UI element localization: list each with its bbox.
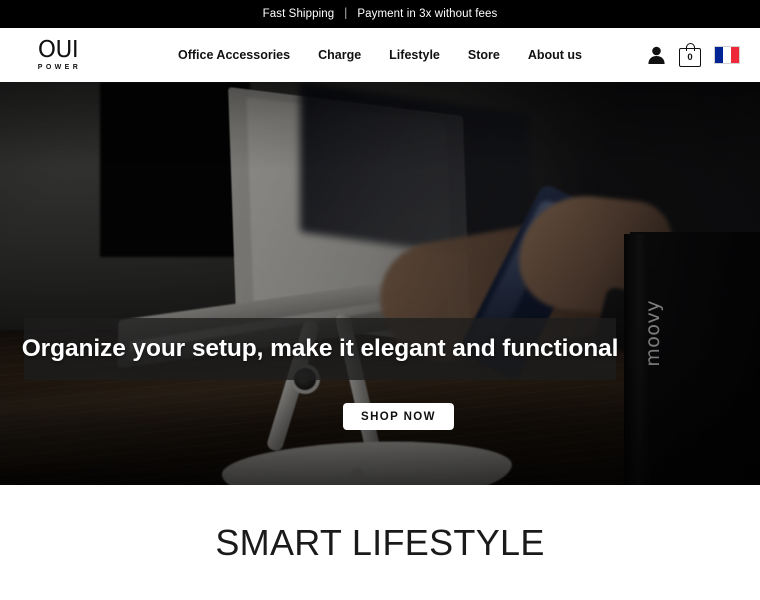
french-flag-white-band bbox=[723, 47, 731, 63]
cart-count-badge: 0 bbox=[687, 52, 693, 63]
nav-item-charge[interactable]: Charge bbox=[318, 48, 361, 62]
logo-tagline: POWER bbox=[37, 64, 82, 71]
french-flag-blue-band bbox=[715, 47, 723, 63]
site-logo[interactable]: OUI POWER bbox=[22, 37, 94, 72]
announcement-shipping-text: Fast Shipping bbox=[262, 8, 335, 20]
main-navigation: Office Accessories Charge Lifestyle Stor… bbox=[178, 48, 582, 62]
announcement-payment-text: Payment in 3x without fees bbox=[357, 8, 498, 20]
hero-headline-panel: Organize your setup, make it elegant and… bbox=[21, 318, 619, 380]
user-icon bbox=[648, 46, 665, 64]
nav-item-about-us[interactable]: About us bbox=[528, 48, 582, 62]
shop-now-button[interactable]: SHOP NOW bbox=[343, 403, 454, 430]
hero-banner: moovy Organize your setup, make it elega… bbox=[0, 82, 760, 485]
french-flag-red-band bbox=[731, 47, 739, 63]
lifestyle-section-title: SMART LIFESTYLE bbox=[215, 521, 545, 563]
hero-headline: Organize your setup, make it elegant and… bbox=[21, 335, 619, 362]
language-selector[interactable] bbox=[714, 46, 740, 64]
announcement-bar: Fast Shipping | Payment in 3x without fe… bbox=[0, 0, 760, 28]
logo-wordmark: OUI bbox=[37, 37, 79, 63]
nav-item-store[interactable]: Store bbox=[468, 48, 500, 62]
nav-item-lifestyle[interactable]: Lifestyle bbox=[389, 48, 440, 62]
account-button[interactable] bbox=[647, 45, 666, 65]
cart-button[interactable]: 0 bbox=[679, 43, 701, 67]
lifestyle-section: SMART LIFESTYLE bbox=[0, 485, 760, 600]
nav-item-office-accessories[interactable]: Office Accessories bbox=[178, 48, 290, 62]
header-actions: 0 bbox=[647, 43, 740, 67]
announcement-separator: | bbox=[344, 7, 348, 20]
site-header: OUI POWER Office Accessories Charge Life… bbox=[0, 28, 760, 82]
